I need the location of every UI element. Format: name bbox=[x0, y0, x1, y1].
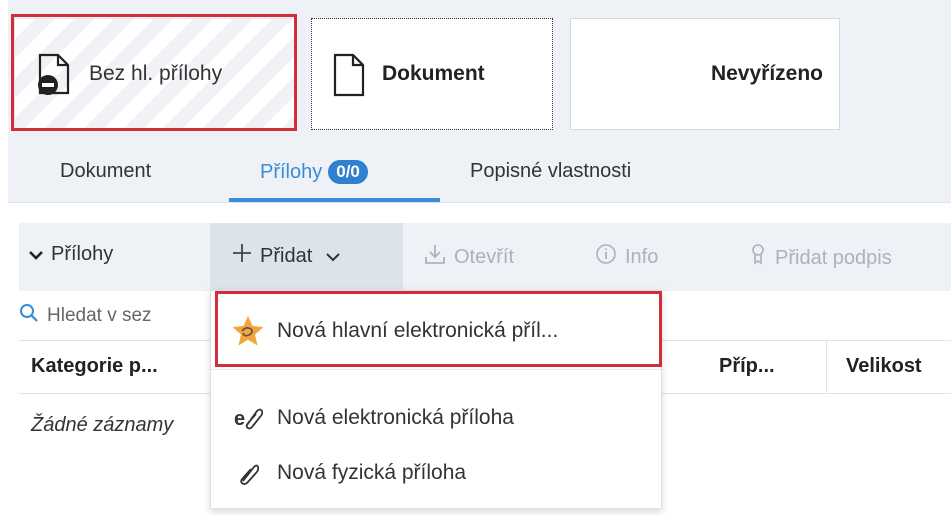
info-button[interactable]: Info bbox=[595, 243, 658, 271]
open-label: Otevřít bbox=[454, 245, 515, 268]
paperclip-icon bbox=[231, 461, 265, 485]
add-label: Přidat bbox=[260, 244, 313, 267]
search-field[interactable]: Hledat v sez bbox=[19, 303, 152, 329]
menu-item-label: Nová elektronická příloha bbox=[277, 406, 514, 429]
tab-label: Přílohy bbox=[260, 161, 323, 183]
column-header-size[interactable]: Velikost bbox=[846, 355, 922, 378]
tab-descriptive-properties[interactable]: Popisné vlastnosti bbox=[470, 160, 631, 183]
chevron-down-icon bbox=[29, 243, 43, 266]
add-signature-button[interactable]: Přidat podpis bbox=[749, 243, 892, 273]
tabs-divider bbox=[8, 202, 951, 203]
menu-divider bbox=[211, 369, 661, 370]
menu-item-new-electronic-attachment[interactable]: e Nová elektronická příloha bbox=[211, 392, 661, 444]
star-attachment-icon bbox=[231, 315, 265, 347]
tab-attachments[interactable]: Přílohy 0/0 bbox=[260, 160, 368, 184]
tab-document[interactable]: Dokument bbox=[60, 160, 151, 183]
empty-state-text: Žádné záznamy bbox=[31, 414, 174, 436]
document-icon bbox=[332, 53, 366, 97]
search-icon bbox=[19, 303, 39, 329]
svg-text:e: e bbox=[234, 408, 245, 430]
signature-icon bbox=[749, 243, 767, 273]
left-strip bbox=[0, 0, 8, 515]
electronic-attachment-icon: e bbox=[231, 405, 265, 431]
add-dropdown-menu: Nová hlavní elektronická příl... e Nová … bbox=[210, 290, 662, 509]
section-label: Přílohy bbox=[51, 243, 114, 265]
menu-item-new-main-electronic-attachment[interactable]: Nová hlavní elektronická příl... bbox=[211, 305, 661, 357]
column-header-category[interactable]: Kategorie p... bbox=[31, 355, 158, 378]
info-icon bbox=[595, 243, 617, 271]
menu-item-label: Nová fyzická příloha bbox=[277, 461, 467, 484]
info-label: Info bbox=[625, 245, 659, 268]
count-badge: 0/0 bbox=[328, 160, 368, 184]
card-label: Nevyřízeno bbox=[710, 62, 823, 85]
download-icon bbox=[424, 243, 446, 271]
section-toggle[interactable]: Přílohy bbox=[29, 243, 113, 266]
column-divider bbox=[826, 341, 827, 393]
status-card-document[interactable]: Dokument bbox=[311, 18, 553, 130]
open-button[interactable]: Otevřít bbox=[424, 243, 514, 271]
menu-item-label: Nová hlavní elektronická příl... bbox=[277, 319, 559, 342]
document-minus-icon bbox=[37, 53, 71, 95]
column-header-extension[interactable]: Příp... bbox=[719, 355, 775, 378]
status-card-no-main-attachment: Bez hl. přílohy bbox=[14, 18, 296, 130]
card-label: Dokument bbox=[382, 62, 485, 85]
chevron-down-icon bbox=[326, 245, 340, 268]
menu-item-new-physical-attachment[interactable]: Nová fyzická příloha bbox=[211, 447, 661, 499]
toolbar: Přílohy Přidat Otevřít Info Přidat podpi… bbox=[19, 223, 951, 291]
tab-bar: Dokument Přílohy 0/0 Popisné vlastnosti bbox=[8, 140, 951, 202]
add-button[interactable]: Přidat bbox=[232, 243, 348, 269]
plus-icon bbox=[232, 243, 252, 269]
status-card-state: Nevyřízeno bbox=[570, 18, 840, 130]
add-signature-label: Přidat podpis bbox=[775, 246, 892, 269]
card-label: Bez hl. přílohy bbox=[89, 62, 223, 85]
search-placeholder: Hledat v sez bbox=[47, 305, 152, 326]
